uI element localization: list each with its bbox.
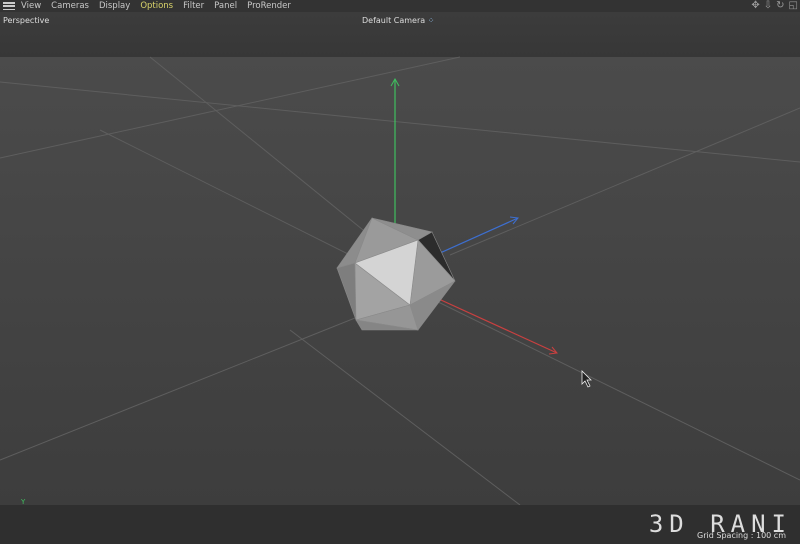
viewport-footer: 3D RANI Grid Spacing : 100 cm bbox=[0, 505, 800, 544]
x-axis bbox=[429, 294, 558, 354]
grid-spacing-label: Grid Spacing : 100 cm bbox=[697, 531, 786, 540]
scene: Y Z X bbox=[0, 56, 800, 532]
mouse-cursor-icon bbox=[581, 370, 592, 388]
icosahedron bbox=[336, 217, 456, 331]
